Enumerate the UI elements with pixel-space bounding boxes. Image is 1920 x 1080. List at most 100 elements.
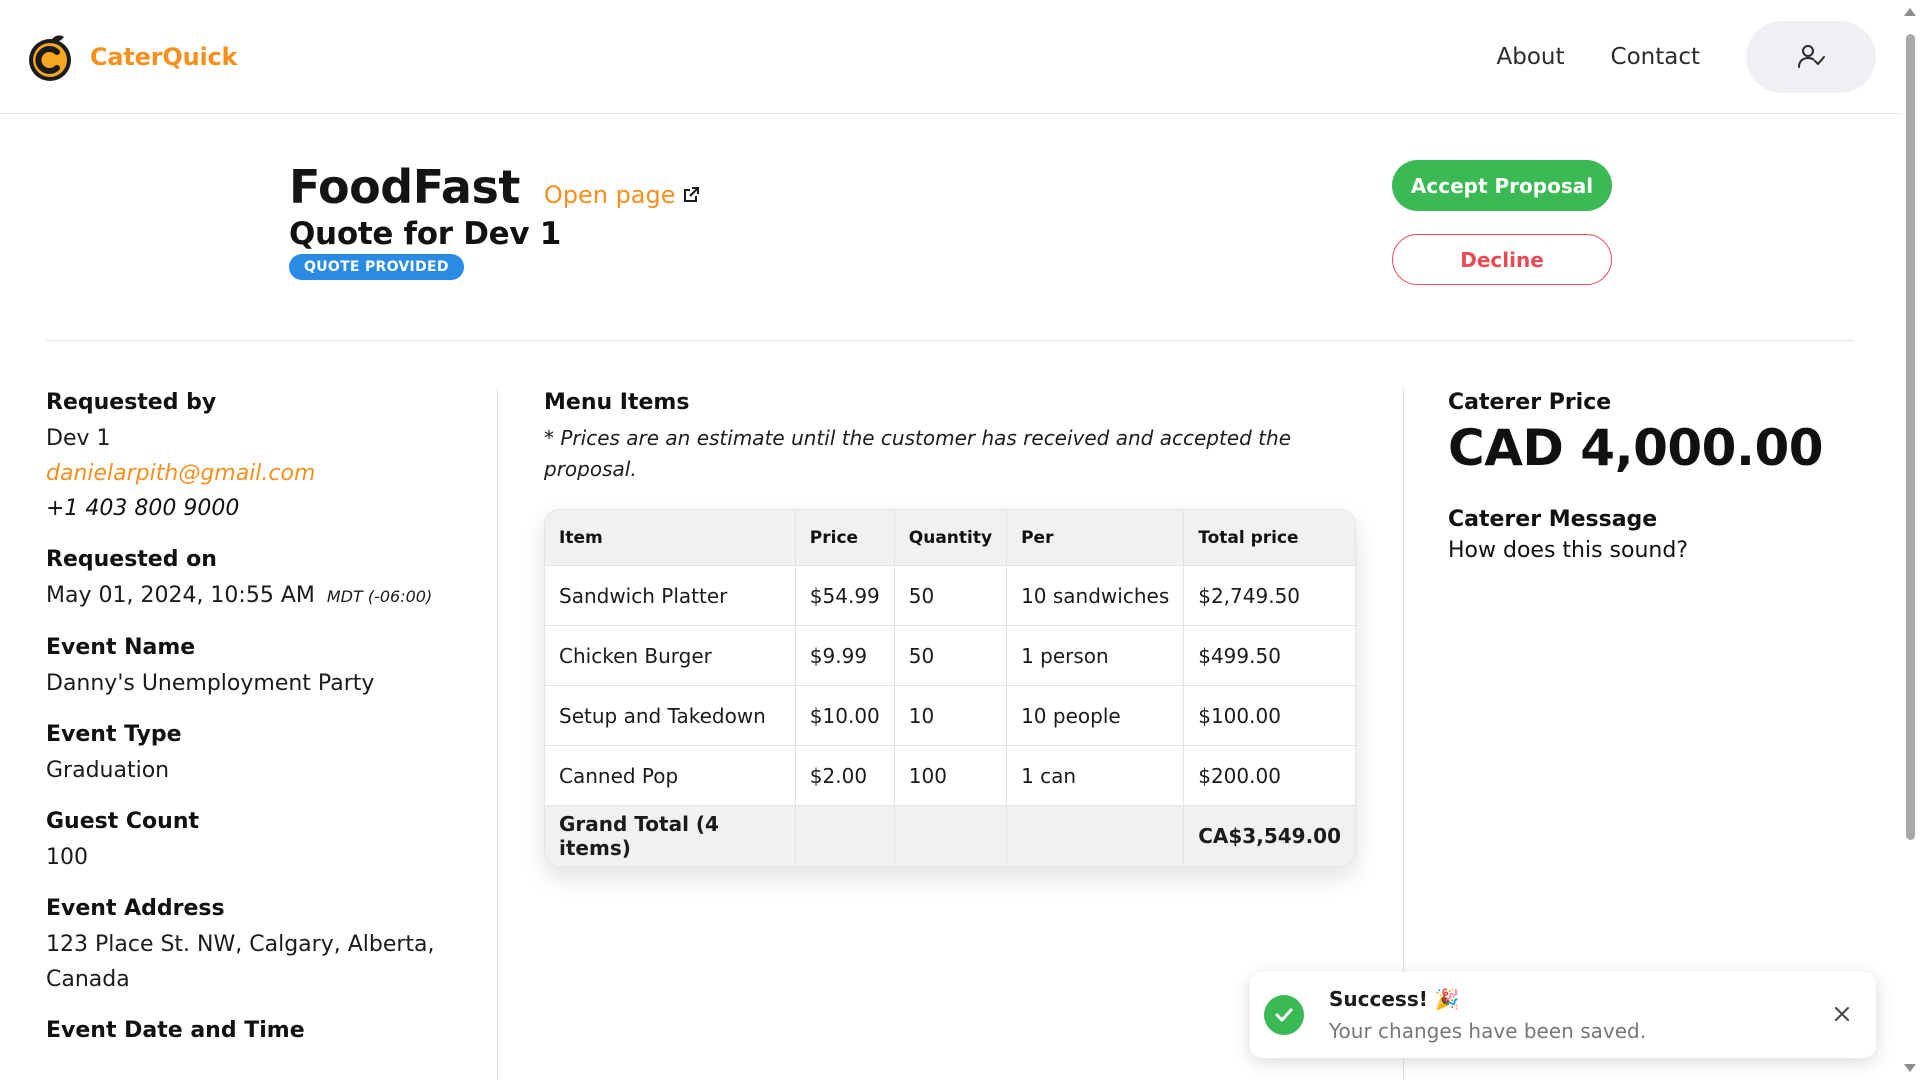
grand-total-empty-cell <box>1007 806 1185 866</box>
scroll-thumb[interactable] <box>1906 34 1915 840</box>
decline-button[interactable]: Decline <box>1392 234 1612 285</box>
timezone-label: MDT (-06:00) <box>326 587 433 606</box>
grand-total-empty-cell <box>795 806 895 866</box>
accept-proposal-button[interactable]: Accept Proposal <box>1392 160 1612 211</box>
event-details: Requested by Dev 1 danielarpith@gmail.co… <box>46 390 466 1064</box>
cell-item: Setup and Takedown <box>545 686 796 746</box>
column-divider-left <box>497 388 498 1080</box>
caterer-message-label: Caterer Message <box>1448 507 1658 532</box>
cell-quantity: 50 <box>894 626 1008 686</box>
event-type-value: Graduation <box>46 758 170 783</box>
event-type-label: Event Type <box>46 722 182 747</box>
company-title: FoodFast <box>289 160 520 214</box>
event-name-value: Danny's Unemployment Party <box>46 671 375 696</box>
brand[interactable]: CaterQuick <box>24 31 238 83</box>
cell-total: $499.50 <box>1184 626 1355 686</box>
menu-items-title: Menu Items <box>544 390 690 415</box>
requested-on-label: Requested on <box>46 547 217 572</box>
requested-by-name: Dev 1 <box>46 426 111 451</box>
cell-item: Chicken Burger <box>545 626 796 686</box>
event-datetime-field: Event Date and Time <box>46 1018 466 1043</box>
grand-total-value: CA$3,549.00 <box>1184 806 1355 866</box>
requester-phone: +1 403 800 9000 <box>46 496 240 521</box>
table-row: Setup and Takedown $10.00 10 10 people $… <box>545 686 1355 746</box>
col-header-quantity: Quantity <box>894 510 1008 566</box>
top-nav-bar: CaterQuick About Contact <box>0 0 1900 114</box>
event-address-line1: 123 Place St. NW, Calgary, Alberta, <box>46 932 435 957</box>
cell-per: 1 person <box>1007 626 1185 686</box>
cell-item: Sandwich Platter <box>545 566 796 626</box>
event-address-line2: Canada <box>46 967 130 992</box>
requested-on-date: May 01, 2024, 10:55 AM <box>46 583 315 608</box>
user-check-icon <box>1798 44 1825 68</box>
close-icon[interactable] <box>1832 1004 1852 1024</box>
cell-per: 10 sandwiches <box>1007 566 1185 626</box>
cell-price: $9.99 <box>795 626 895 686</box>
table-row: Canned Pop $2.00 100 1 can $200.00 <box>545 746 1355 806</box>
caterer-price-value: CAD 4,000.00 <box>1448 419 1824 477</box>
menu-items-section: Menu Items * Prices are an estimate unti… <box>544 390 1356 867</box>
table-row: Chicken Burger $9.99 50 1 person $499.50 <box>545 626 1355 686</box>
quote-header: FoodFast Open page Quote for Dev 1 QUOTE… <box>289 160 700 280</box>
toast-message: Your changes have been saved. <box>1329 1019 1647 1043</box>
scroll-down-arrow[interactable] <box>1904 1064 1916 1072</box>
external-link-icon <box>683 187 699 202</box>
caterer-price-label: Caterer Price <box>1448 390 1612 415</box>
cell-item: Canned Pop <box>545 746 796 806</box>
grand-total-row: Grand Total (4 items) CA$3,549.00 <box>545 806 1355 866</box>
guest-count-label: Guest Count <box>46 809 200 834</box>
success-toast: Success! 🎉 Your changes have been saved. <box>1250 972 1876 1058</box>
quote-title: Quote for Dev 1 <box>289 216 562 252</box>
cell-price: $54.99 <box>795 566 895 626</box>
requested-on-field: Requested on May 01, 2024, 10:55 AM MDT (… <box>46 547 466 614</box>
scroll-up-arrow[interactable] <box>1904 8 1916 16</box>
col-header-price: Price <box>795 510 895 566</box>
col-header-total-price: Total price <box>1184 510 1355 566</box>
cell-total: $2,749.50 <box>1184 566 1355 626</box>
caterer-message-value: How does this sound? <box>1448 538 1688 563</box>
orange-c-logo-icon <box>24 31 76 83</box>
guest-count-field: Guest Count 100 <box>46 809 466 875</box>
cell-price: $2.00 <box>795 746 895 806</box>
menu-items-table: Item Price Quantity Per Total price Sand… <box>544 509 1356 867</box>
toast-title: Success! 🎉 <box>1329 987 1460 1011</box>
status-badge: QUOTE PROVIDED <box>289 254 464 280</box>
requested-by-field: Requested by Dev 1 danielarpith@gmail.co… <box>46 390 466 526</box>
profile-button[interactable] <box>1746 20 1876 93</box>
page-scrollbar[interactable] <box>1900 0 1920 1080</box>
brand-name: CaterQuick <box>90 42 238 71</box>
open-page-link[interactable]: Open page <box>544 181 700 209</box>
table-row: Sandwich Platter $54.99 50 10 sandwiches… <box>545 566 1355 626</box>
toast-body: Success! 🎉 Your changes have been saved. <box>1329 987 1646 1043</box>
requester-email-link[interactable]: danielarpith@gmail.com <box>46 456 466 491</box>
section-divider <box>46 340 1854 341</box>
open-page-label: Open page <box>543 181 676 209</box>
nav-about-link[interactable]: About <box>1497 44 1565 70</box>
cell-quantity: 50 <box>894 566 1008 626</box>
price-estimate-note: * Prices are an estimate until the custo… <box>544 426 1291 481</box>
col-header-per: Per <box>1007 510 1185 566</box>
cell-total: $100.00 <box>1184 686 1355 746</box>
cell-per: 10 people <box>1007 686 1185 746</box>
nav-contact-link[interactable]: Contact <box>1611 44 1700 70</box>
company-title-row: FoodFast Open page <box>289 160 700 214</box>
requested-on-value: May 01, 2024, 10:55 AM MDT (-06:00) <box>46 578 466 614</box>
event-datetime-label: Event Date and Time <box>46 1018 305 1043</box>
requested-by-label: Requested by <box>46 390 217 415</box>
event-name-label: Event Name <box>46 635 196 660</box>
cell-price: $10.00 <box>795 686 895 746</box>
event-address-field: Event Address 123 Place St. NW, Calgary,… <box>46 896 466 997</box>
event-type-field: Event Type Graduation <box>46 722 466 788</box>
main-nav: About Contact <box>1497 20 1876 93</box>
cell-quantity: 100 <box>894 746 1008 806</box>
grand-total-empty-cell <box>894 806 1008 866</box>
event-address-label: Event Address <box>46 896 225 921</box>
cell-per: 1 can <box>1007 746 1185 806</box>
cell-total: $200.00 <box>1184 746 1355 806</box>
check-circle-icon <box>1264 995 1304 1035</box>
proposal-actions: Accept Proposal Decline <box>1392 160 1612 285</box>
table-header-row: Item Price Quantity Per Total price <box>545 510 1355 566</box>
col-header-item: Item <box>545 510 796 566</box>
caterer-summary: Caterer Price CAD 4,000.00 Caterer Messa… <box>1448 390 1878 563</box>
event-name-field: Event Name Danny's Unemployment Party <box>46 635 466 701</box>
